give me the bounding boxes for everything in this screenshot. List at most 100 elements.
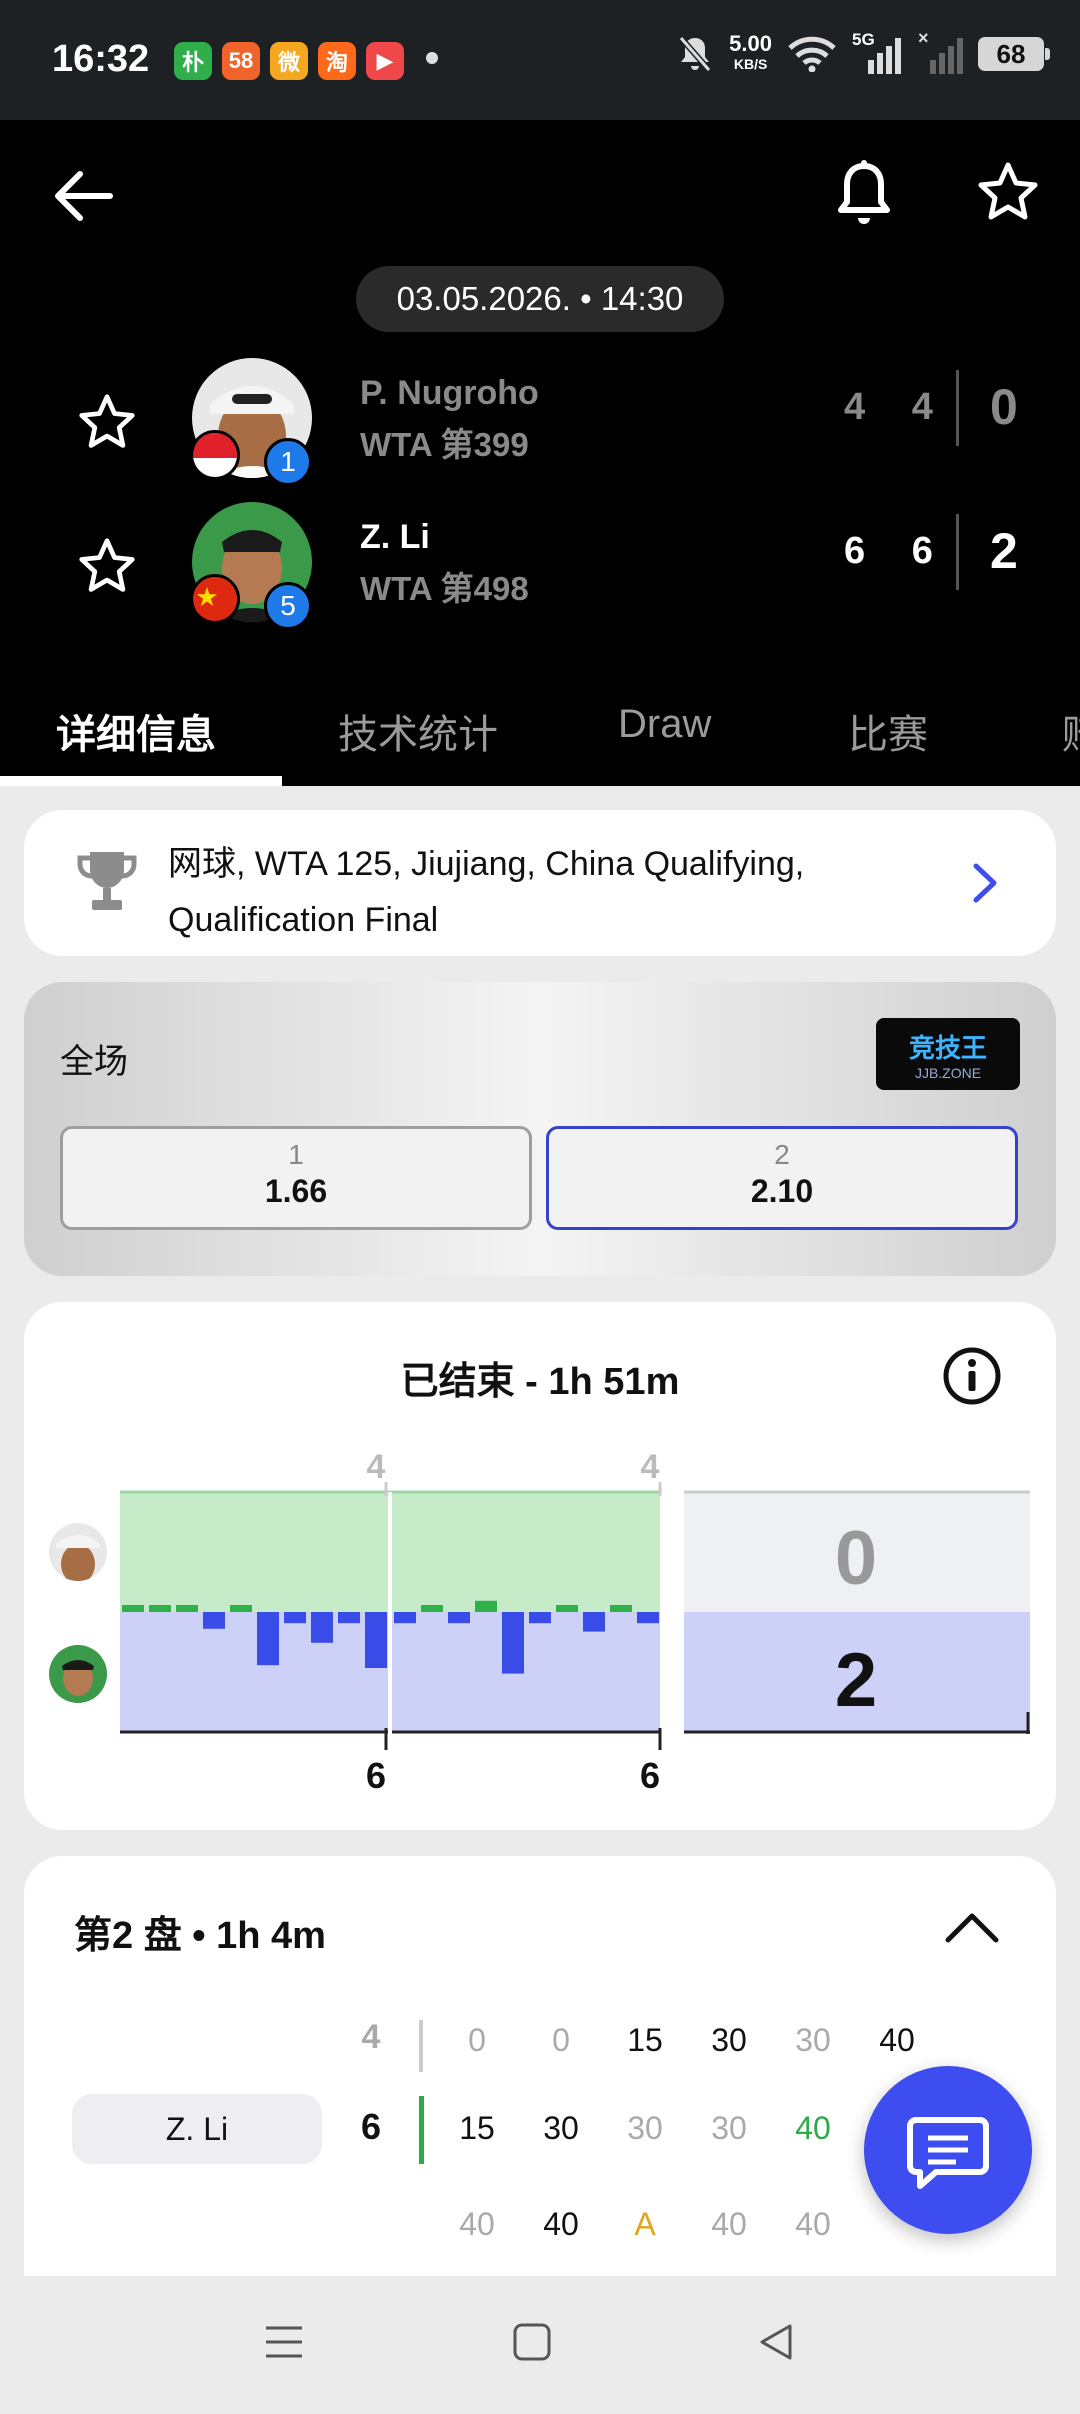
player-favorite-star-icon[interactable]: [76, 392, 138, 452]
system-nav-bar: [0, 2282, 1080, 2414]
momentum-bar: [230, 1605, 252, 1612]
home-nav-icon[interactable]: [512, 2322, 552, 2362]
app-notification-icon: 淘: [318, 42, 356, 80]
player-sets-won: 0: [990, 379, 1018, 435]
app-notification-icon: 朴: [174, 42, 212, 80]
odds-value: 2.10: [750, 1173, 814, 1209]
score-divider: [956, 514, 959, 590]
set1-home-games: 4: [367, 1448, 386, 1486]
point-score: 30: [627, 2110, 663, 2146]
status-time: 16:32: [52, 38, 150, 80]
set1-away-games: 6: [366, 1755, 386, 1796]
game-score-away: 6: [360, 2106, 382, 2147]
network-type: 5G: [852, 30, 875, 49]
tab-draw[interactable]: Draw: [618, 702, 711, 747]
point-score: 40: [795, 2110, 831, 2146]
chat-icon: [907, 2117, 989, 2189]
wifi-icon: [788, 36, 836, 72]
momentum-bar: [529, 1612, 551, 1624]
tab-bar: 详细信息 技术统计 Draw 比赛 赔: [0, 676, 1080, 786]
indonesia-flag-icon: [190, 430, 240, 480]
point-score: 0: [468, 2022, 486, 2058]
back-nav-icon[interactable]: [756, 2322, 796, 2362]
app-notification-icon: 微: [270, 42, 308, 80]
score-separator: [419, 2020, 423, 2072]
chevron-up-icon[interactable]: [944, 1910, 1000, 1944]
info-icon[interactable]: [942, 1346, 1002, 1406]
odds-option-away[interactable]: 2 2.10: [546, 1126, 1018, 1230]
trophy-icon: [77, 852, 137, 910]
away-sets-total: 2: [835, 1638, 877, 1723]
odds-option-home[interactable]: 1 1.66: [60, 1126, 532, 1230]
player-name: P. Nugroho: [360, 374, 539, 412]
point-score: 40: [459, 2206, 495, 2242]
player-row-away[interactable]: 5 Z. Li WTA 第498 6 6 2: [0, 500, 1080, 630]
player-sets-won: 2: [990, 523, 1018, 579]
active-tab-indicator: [0, 776, 282, 786]
home-mini-avatar: [49, 1523, 107, 1581]
set2-away-games: 6: [640, 1755, 660, 1796]
player-rank: WTA 第498: [360, 570, 529, 607]
notification-icons: 朴 58 微 淘 ▶: [174, 42, 404, 80]
tab-odds[interactable]: 赔: [1062, 702, 1080, 760]
momentum-bar: [502, 1612, 524, 1674]
match-header: 03.05.2026. • 14:30 1 P. Nugroho WTA 第39…: [0, 120, 1080, 786]
cellular-signal-icon: 5G: [852, 30, 902, 74]
odds-card: 全场 竞技王 JJB.ZONE 1 1.66 2 2.10: [24, 982, 1056, 1276]
point-score: 40: [711, 2206, 747, 2242]
odds-label: 1: [288, 1139, 304, 1170]
more-notifications-dot: [426, 52, 438, 64]
momentum-card: 已结束 - 1h 51m 4 4 6 6 0 2: [24, 1302, 1056, 1830]
odds-market-title: 全场: [60, 1043, 128, 1081]
menu-nav-icon[interactable]: [264, 2322, 304, 2362]
momentum-bar: [637, 1612, 659, 1624]
away-mini-avatar: [49, 1645, 107, 1703]
score-divider: [956, 370, 959, 446]
player-game-scores: 4 4: [844, 386, 951, 428]
momentum-bar: [338, 1612, 360, 1624]
seed-badge: 1: [264, 438, 312, 486]
point-score: 15: [627, 2022, 663, 2058]
momentum-bar: [176, 1605, 198, 1612]
battery-indicator: 68: [978, 37, 1050, 71]
momentum-bar: [284, 1612, 306, 1624]
china-flag-icon: [190, 574, 240, 624]
chat-fab-button[interactable]: [864, 2066, 1032, 2234]
game-score-home: 4: [361, 2018, 381, 2056]
point-score: 40: [795, 2206, 831, 2242]
player-favorite-star-icon[interactable]: [76, 536, 138, 596]
app-notification-icon: ▶: [366, 42, 404, 80]
bell-icon[interactable]: [832, 158, 896, 230]
bookmaker-logo[interactable]: 竞技王 JJB.ZONE: [876, 1018, 1020, 1090]
odds-label: 2: [774, 1139, 790, 1170]
tab-details[interactable]: 详细信息: [56, 702, 216, 760]
momentum-graph: 4 4 6 6 0 2: [49, 1448, 1030, 1796]
momentum-bar: [448, 1612, 470, 1624]
momentum-bar: [610, 1605, 632, 1612]
point-score: 30: [711, 2110, 747, 2146]
momentum-bar: [421, 1605, 443, 1612]
player-row-home[interactable]: 1 P. Nugroho WTA 第399 4 4 0: [0, 356, 1080, 486]
point-score: A: [634, 2206, 656, 2242]
player-game-scores: 6 6: [844, 530, 951, 572]
momentum-bar: [122, 1605, 144, 1612]
set2-home-games: 4: [641, 1448, 660, 1486]
tournament-card[interactable]: 网球, WTA 125, Jiujiang, China Qualifying,…: [24, 810, 1056, 956]
speed-unit: KB/S: [733, 56, 768, 72]
serve-indicator: [419, 2096, 424, 2164]
chevron-right-icon: [973, 863, 997, 903]
home-sets-total: 0: [835, 1516, 877, 1601]
point-score: 15: [459, 2110, 495, 2146]
momentum-bar: [556, 1605, 578, 1612]
favorite-star-icon[interactable]: [976, 160, 1040, 224]
momentum-bar: [394, 1612, 416, 1624]
tab-matches[interactable]: 比赛: [848, 702, 928, 760]
momentum-bar: [475, 1600, 497, 1612]
back-arrow-icon[interactable]: [48, 160, 120, 232]
momentum-bar: [203, 1612, 225, 1629]
point-score: 30: [795, 2022, 831, 2058]
status-bar: 16:32 朴 58 微 淘 ▶ 5.00 KB/S 5G × 68: [0, 0, 1080, 120]
momentum-bar: [365, 1612, 387, 1668]
tournament-name: 网球, WTA 125, Jiujiang, China Qualifying,…: [168, 845, 805, 939]
tab-statistics[interactable]: 技术统计: [338, 702, 498, 760]
